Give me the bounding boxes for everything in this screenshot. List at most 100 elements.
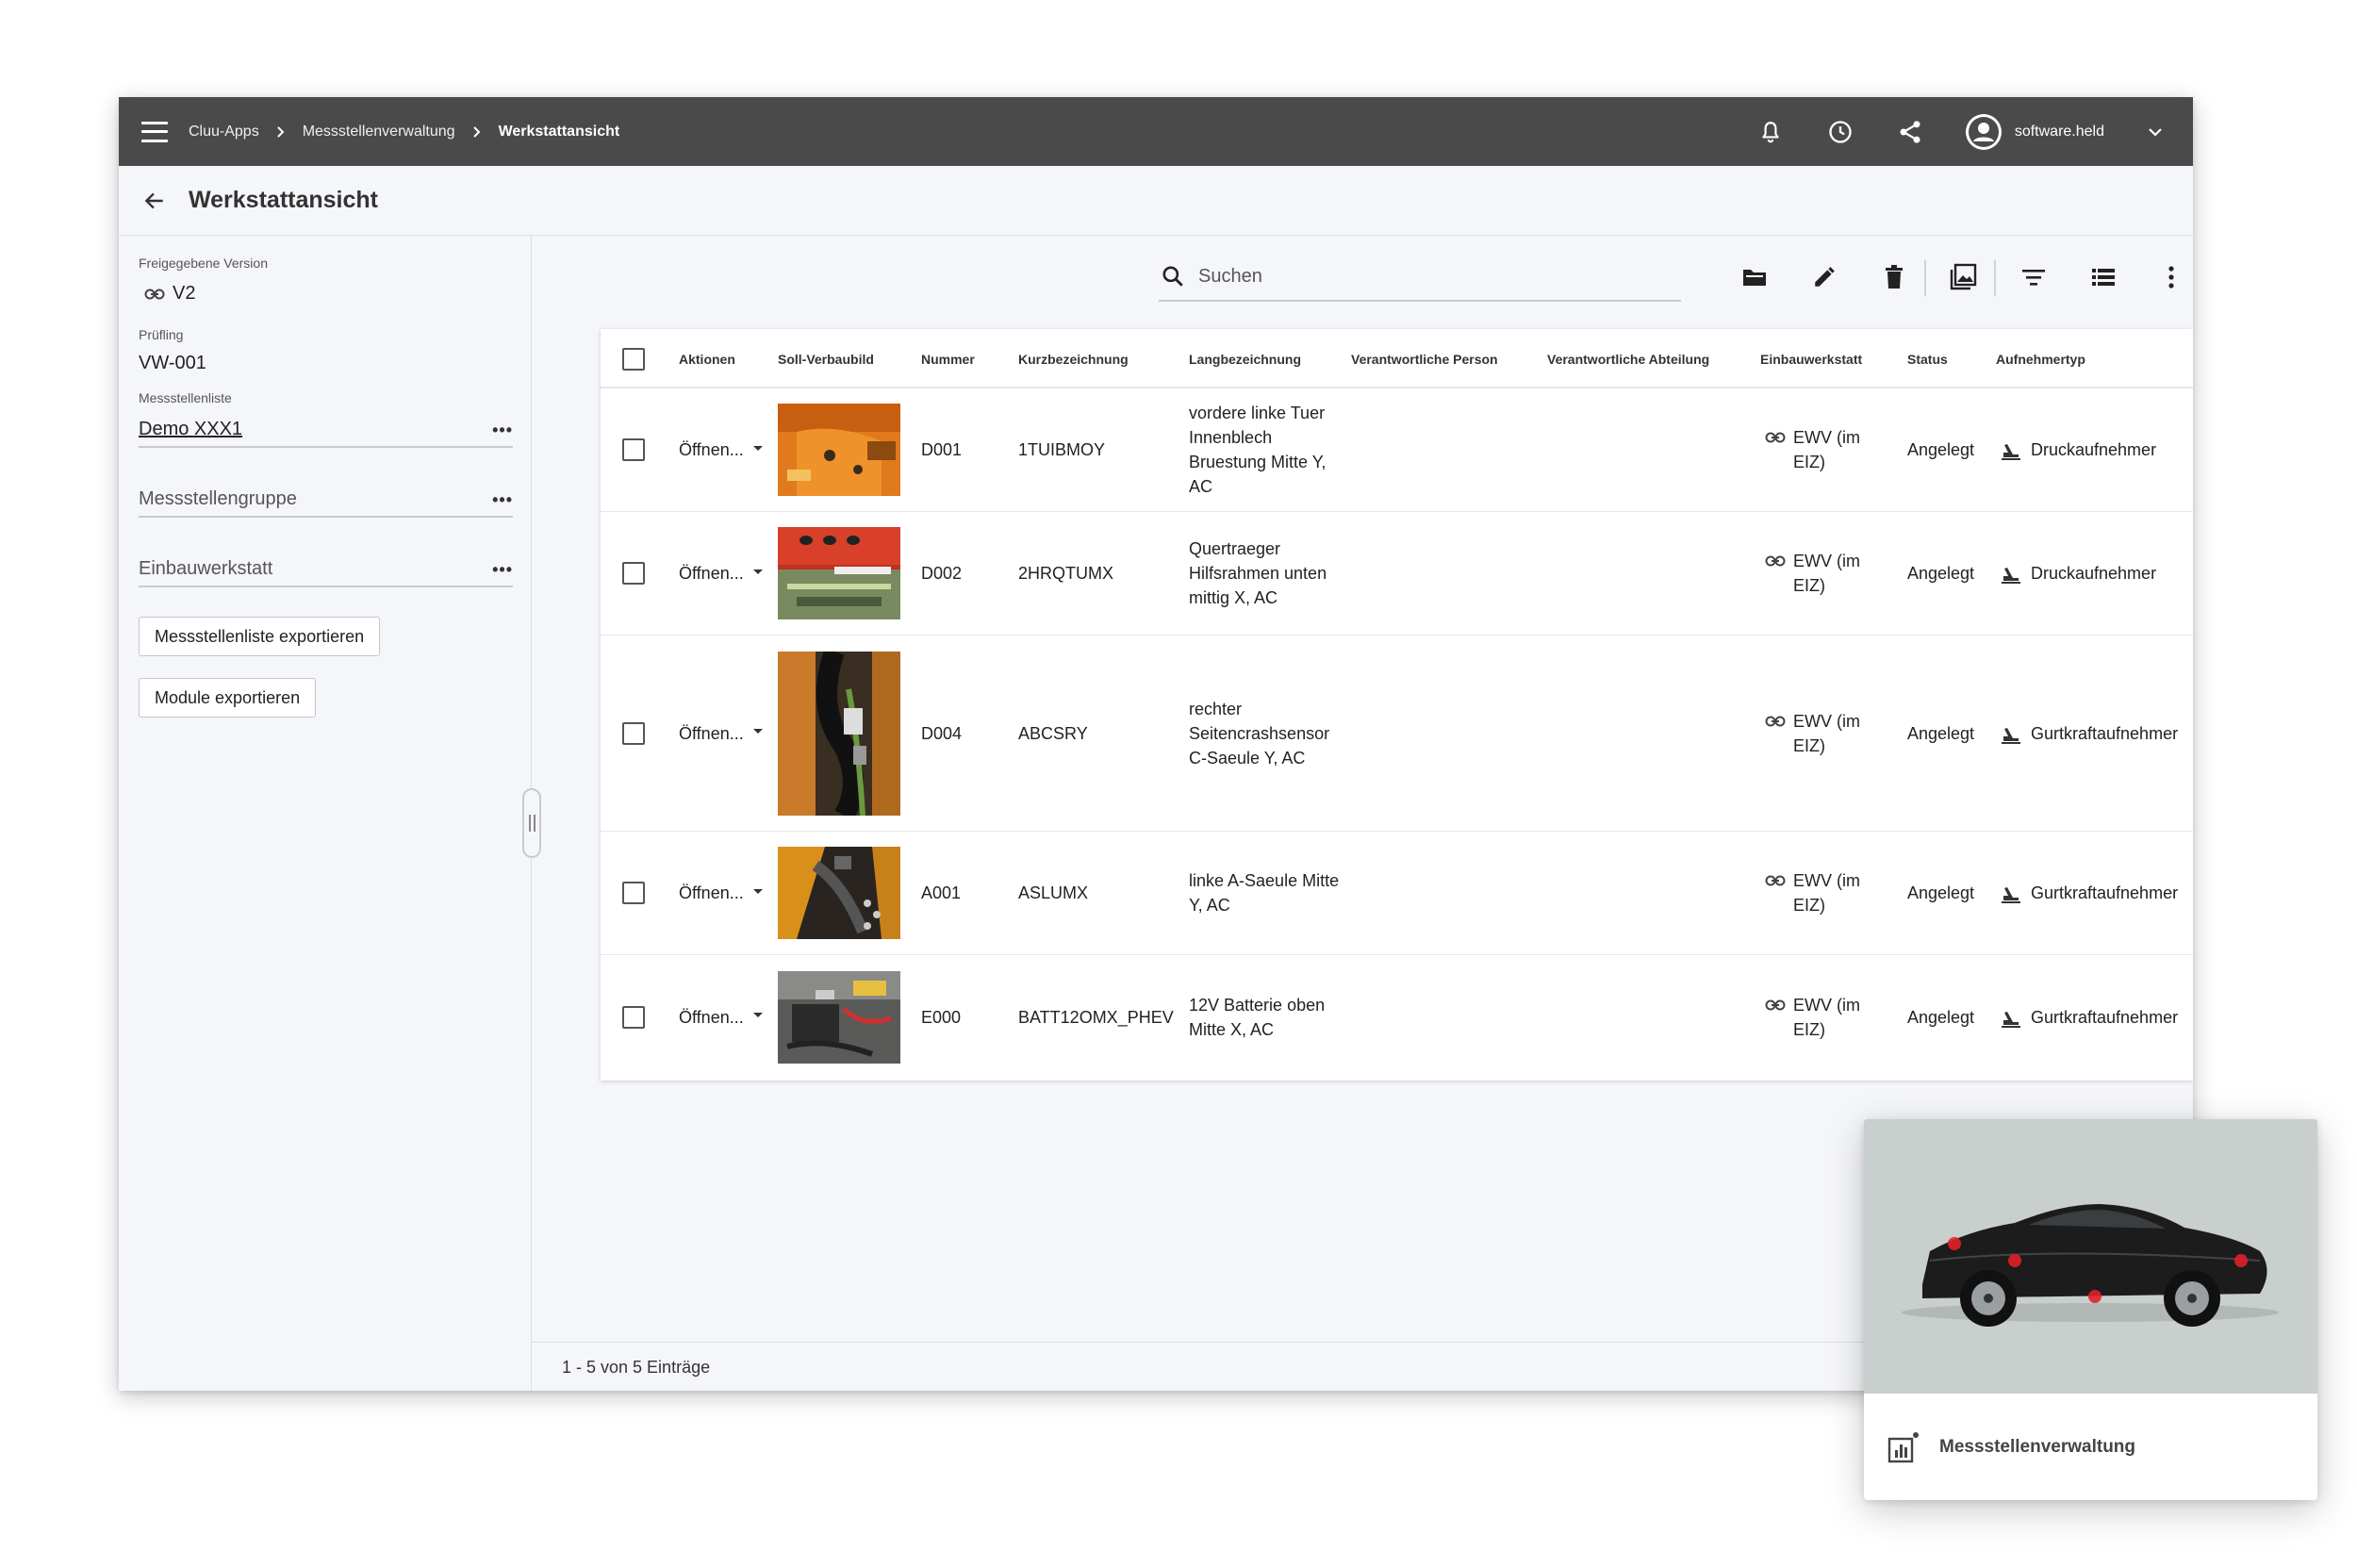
messstellengruppe-more-button[interactable]: ••• bbox=[492, 491, 513, 510]
messstellenliste-field[interactable]: Demo XXX1 ••• bbox=[139, 410, 513, 448]
row-checkbox[interactable] bbox=[622, 562, 645, 585]
row-nummer: D004 bbox=[921, 723, 963, 743]
row-kurzbezeichnung: 2HRQTUMX bbox=[1018, 564, 1114, 583]
row-status: Angelegt bbox=[1907, 723, 1975, 743]
list-icon[interactable] bbox=[2085, 258, 2122, 296]
bell-icon[interactable] bbox=[1752, 113, 1789, 151]
row-checkbox[interactable] bbox=[622, 438, 645, 461]
row-einbauwerkstatt-value: EWV (im EIZ) bbox=[1793, 711, 1860, 755]
trash-icon[interactable] bbox=[1875, 258, 1913, 296]
filter-icon[interactable] bbox=[2015, 258, 2052, 296]
user-menu[interactable]: software.held bbox=[1965, 113, 2193, 150]
export-list-button[interactable]: Messstellenliste exportieren bbox=[139, 617, 381, 656]
column-aufnehmertyp[interactable]: Aufnehmertyp bbox=[1996, 329, 2085, 388]
row-action-dropdown[interactable]: Öffnen... bbox=[679, 955, 763, 1079]
version-value: V2 bbox=[173, 283, 196, 304]
row-image[interactable] bbox=[778, 955, 900, 1079]
more-vert-icon[interactable] bbox=[2152, 258, 2190, 296]
column-status[interactable]: Status bbox=[1907, 329, 1948, 388]
row-image[interactable] bbox=[778, 635, 900, 831]
chevron-right-icon bbox=[470, 125, 484, 139]
row-einbauwerkstatt: EWV (im EIZ) bbox=[1765, 832, 1869, 954]
row-aufnehmertyp-value: Druckaufnehmer bbox=[2031, 440, 2157, 459]
column-einbauwerkstatt[interactable]: Einbauwerkstatt bbox=[1760, 329, 1862, 388]
messstellenliste-more-button[interactable]: ••• bbox=[492, 421, 513, 440]
search-field[interactable] bbox=[1159, 253, 1681, 302]
column-nummer[interactable]: Nummer bbox=[921, 329, 975, 388]
column-verantwortliche-abteilung[interactable]: Verantwortliche Abteilung bbox=[1547, 329, 1709, 388]
column-soll-verbaubild[interactable]: Soll-Verbaubild bbox=[778, 329, 874, 388]
pencil-icon[interactable] bbox=[1805, 258, 1843, 296]
liste-label: Messstellenliste bbox=[139, 390, 232, 405]
row-action-label: Öffnen... bbox=[679, 883, 744, 902]
sensor-icon bbox=[2000, 438, 2022, 461]
table-toolbar bbox=[1159, 251, 2193, 311]
table-row[interactable]: Öffnen... D002 2HRQTUMX Quertraeger Hilf… bbox=[601, 512, 2193, 635]
row-aufnehmertyp: Gurtkraftaufnehmer bbox=[2000, 635, 2178, 831]
chevron-right-icon bbox=[274, 125, 288, 139]
column-kurzbezeichnung[interactable]: Kurzbezeichnung bbox=[1018, 329, 1129, 388]
breadcrumb: Cluu-Apps Messstellenverwaltung Werkstat… bbox=[189, 124, 619, 140]
row-action-dropdown[interactable]: Öffnen... bbox=[679, 832, 763, 954]
search-input[interactable] bbox=[1198, 265, 1651, 288]
chevron-down-icon[interactable] bbox=[2144, 121, 2167, 143]
row-action-dropdown[interactable]: Öffnen... bbox=[679, 635, 763, 831]
arrow-back-icon[interactable] bbox=[140, 186, 170, 216]
account-icon bbox=[1965, 113, 2002, 150]
row-aufnehmertyp: Gurtkraftaufnehmer bbox=[2000, 832, 2178, 954]
einbauwerkstatt-more-button[interactable]: ••• bbox=[492, 561, 513, 580]
toolbar-divider bbox=[1924, 260, 1926, 296]
row-langbezeichnung: rechter Seitencrashsensor C-Saeule Y, AC bbox=[1189, 699, 1330, 767]
row-action-label: Öffnen... bbox=[679, 723, 744, 743]
breadcrumb-item-messstellenverwaltung[interactable]: Messstellenverwaltung bbox=[303, 124, 455, 140]
breadcrumb-item-werkstattansicht: Werkstattansicht bbox=[498, 123, 620, 140]
row-checkbox[interactable] bbox=[622, 1005, 645, 1029]
row-status: Angelegt bbox=[1907, 1007, 1975, 1027]
row-einbauwerkstatt: EWV (im EIZ) bbox=[1765, 388, 1869, 511]
row-status: Angelegt bbox=[1907, 564, 1975, 583]
entry-count: 1 - 5 von 5 Einträge bbox=[562, 1358, 711, 1377]
column-verantwortliche-person[interactable]: Verantwortliche Person bbox=[1351, 329, 1498, 388]
breadcrumb-item-cluu-apps[interactable]: Cluu-Apps bbox=[189, 124, 259, 140]
row-checkbox[interactable] bbox=[622, 721, 645, 745]
sensor-icon bbox=[2000, 562, 2022, 585]
row-image[interactable] bbox=[778, 512, 900, 635]
row-action-dropdown[interactable]: Öffnen... bbox=[679, 388, 763, 511]
image-orange-door bbox=[778, 404, 900, 496]
messstellen-table: Aktionen Soll-Verbaubild Nummer Kurzbeze… bbox=[601, 329, 2193, 1081]
einbauwerkstatt-field[interactable]: Einbauwerkstatt ••• bbox=[139, 544, 513, 587]
menu-icon[interactable] bbox=[141, 121, 168, 142]
table-row[interactable]: Öffnen... E000 BATT12OMX_PHEV 12V Batter… bbox=[601, 955, 2193, 1079]
folder-icon[interactable] bbox=[1736, 258, 1773, 296]
image-icon[interactable] bbox=[1944, 258, 1982, 296]
select-all-checkbox[interactable] bbox=[622, 329, 645, 388]
export-modules-button[interactable]: Module exportieren bbox=[139, 678, 317, 718]
table-row[interactable]: Öffnen... D001 1TUIBMOY vordere linke Tu… bbox=[601, 388, 2193, 512]
column-aktionen[interactable]: Aktionen bbox=[679, 329, 735, 388]
share-icon[interactable] bbox=[1891, 113, 1929, 151]
sensor-icon bbox=[2000, 1006, 2022, 1029]
pane-resize-handle[interactable] bbox=[522, 788, 541, 858]
row-action-label: Öffnen... bbox=[679, 564, 744, 583]
filter-panel: Freigegebene Version V2 Prüfling VW-001 … bbox=[119, 236, 532, 1391]
messstellenliste-value[interactable]: Demo XXX1 bbox=[139, 419, 242, 440]
sensor-icon bbox=[2000, 722, 2022, 745]
version-label: Freigegebene Version bbox=[139, 256, 268, 271]
table-row[interactable]: Öffnen... D004 ABCSRY rechter Seitencras… bbox=[601, 635, 2193, 832]
row-action-dropdown[interactable]: Öffnen... bbox=[679, 512, 763, 635]
column-langbezeichnung[interactable]: Langbezeichnung bbox=[1189, 329, 1301, 388]
row-langbezeichnung: 12V Batterie oben Mitte X, AC bbox=[1189, 995, 1326, 1039]
clock-icon[interactable] bbox=[1821, 113, 1859, 151]
caret-down-icon bbox=[752, 888, 763, 894]
row-image[interactable] bbox=[778, 832, 900, 954]
caret-down-icon bbox=[752, 729, 763, 734]
row-image[interactable] bbox=[778, 388, 900, 511]
row-einbauwerkstatt-value: EWV (im EIZ) bbox=[1793, 995, 1860, 1039]
checkbox-icon[interactable] bbox=[622, 347, 645, 371]
app-card-messstellenverwaltung[interactable]: Messstellenverwaltung bbox=[1864, 1119, 2317, 1500]
messstellengruppe-field[interactable]: Messstellengruppe ••• bbox=[139, 474, 513, 518]
table-row[interactable]: Öffnen... A001 ASLUMX linke A-Saeule Mit… bbox=[601, 832, 2193, 955]
link-icon bbox=[1765, 715, 1786, 728]
link-icon bbox=[1765, 874, 1786, 887]
row-checkbox[interactable] bbox=[622, 882, 645, 904]
